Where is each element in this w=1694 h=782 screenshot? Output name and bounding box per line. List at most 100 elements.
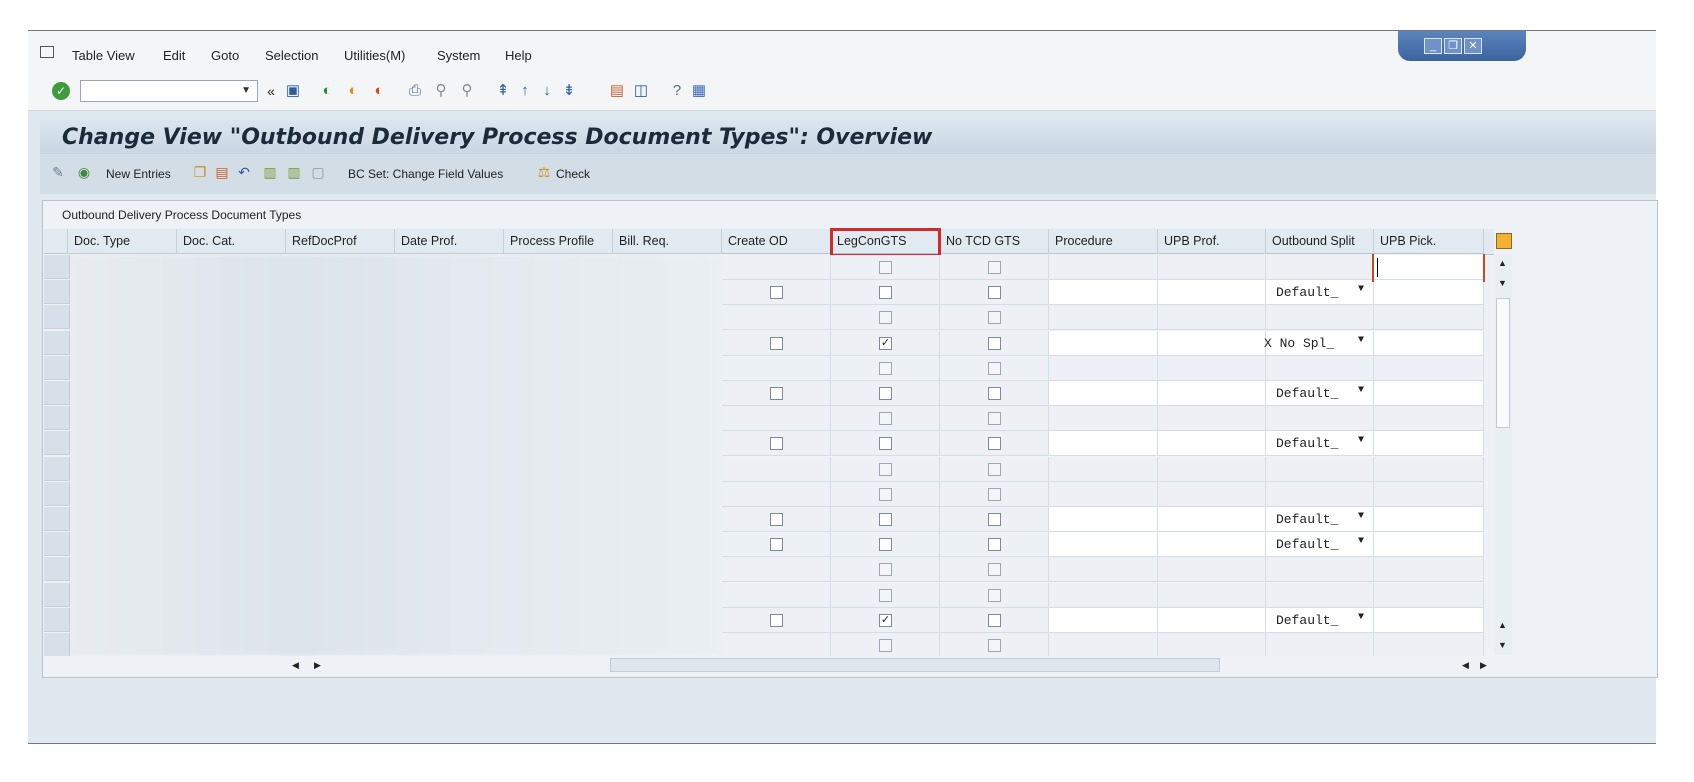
chevron-down-icon[interactable]: ▼ — [1358, 536, 1364, 547]
command-field[interactable]: ▼ — [80, 80, 258, 102]
upb-prof-field[interactable] — [1158, 608, 1266, 633]
display-icon[interactable]: ◉ — [76, 164, 92, 180]
menu-table-view[interactable]: Table View — [72, 48, 135, 63]
find-next-icon[interactable]: ⚲ — [458, 82, 476, 100]
row-selector[interactable] — [44, 482, 70, 506]
no-tcd-gts-checkbox[interactable] — [988, 437, 1001, 450]
col-outbound-split[interactable]: Outbound Split — [1266, 229, 1374, 254]
chevron-down-icon[interactable]: ▼ — [241, 85, 251, 96]
row-selector[interactable] — [44, 633, 70, 657]
legcongts-checkbox[interactable] — [879, 261, 892, 274]
legcongts-checkbox[interactable] — [879, 311, 892, 324]
procedure-field[interactable] — [1049, 331, 1158, 356]
chevron-down-icon[interactable]: ▼ — [1358, 612, 1364, 623]
no-tcd-gts-checkbox[interactable] — [988, 387, 1001, 400]
no-tcd-gts-checkbox[interactable] — [988, 589, 1001, 602]
legcongts-checkbox[interactable] — [879, 563, 892, 576]
col-date-prof[interactable]: Date Prof. — [395, 229, 504, 254]
legcongts-checkbox[interactable] — [879, 538, 892, 551]
legcongts-checkbox[interactable] — [879, 387, 892, 400]
first-page-icon[interactable]: ⇞ — [494, 82, 512, 100]
col-no-tcd-gts[interactable]: No TCD GTS — [940, 229, 1049, 254]
shortcut-icon[interactable]: ◫ — [632, 82, 650, 100]
procedure-field[interactable] — [1049, 431, 1158, 456]
no-tcd-gts-checkbox[interactable] — [988, 513, 1001, 526]
next-page-icon[interactable]: ↓ — [538, 82, 556, 100]
menu-help[interactable]: Help — [505, 48, 532, 63]
menu-goto[interactable]: Goto — [211, 48, 239, 63]
no-tcd-gts-checkbox[interactable] — [988, 614, 1001, 627]
restore-icon[interactable]: ❐ — [1444, 38, 1462, 54]
upb-prof-field[interactable] — [1158, 381, 1266, 406]
procedure-field[interactable] — [1049, 608, 1158, 633]
chevron-down-icon[interactable]: ▼ — [1358, 385, 1364, 396]
vertical-scroll-thumb[interactable] — [1496, 298, 1510, 428]
procedure-field[interactable] — [1049, 280, 1158, 305]
no-tcd-gts-checkbox[interactable] — [988, 311, 1001, 324]
row-selector[interactable] — [44, 557, 70, 581]
scroll-down-small-icon[interactable]: ▼ — [1498, 278, 1507, 288]
menu-system[interactable]: System — [437, 48, 480, 63]
chevron-down-icon[interactable]: ▼ — [1358, 435, 1364, 446]
back-icon[interactable]: ◐ — [318, 82, 336, 100]
minimize-icon[interactable]: _ — [1424, 38, 1442, 54]
scroll-right-icon[interactable]: ▶ — [1480, 660, 1487, 671]
last-page-icon[interactable]: ⇟ — [560, 82, 578, 100]
procedure-field[interactable] — [1049, 532, 1158, 557]
previous-page-icon[interactable]: ↑ — [516, 82, 534, 100]
row-selector[interactable] — [44, 356, 70, 380]
row-selector[interactable] — [44, 457, 70, 481]
help-icon[interactable]: ? — [668, 82, 686, 100]
legcongts-checkbox[interactable] — [879, 412, 892, 425]
row-selector[interactable] — [44, 305, 70, 329]
no-tcd-gts-checkbox[interactable] — [988, 463, 1001, 476]
upb-prof-field[interactable] — [1158, 431, 1266, 456]
row-selector[interactable] — [44, 608, 70, 632]
upb-prof-field[interactable] — [1158, 532, 1266, 557]
undo-icon[interactable]: ↶ — [236, 164, 252, 180]
no-tcd-gts-checkbox[interactable] — [988, 488, 1001, 501]
legcongts-checkbox[interactable] — [879, 639, 892, 652]
legcongts-checkbox[interactable] — [879, 488, 892, 501]
col-upb-prof[interactable]: UPB Prof. — [1158, 229, 1266, 254]
procedure-field[interactable] — [1049, 381, 1158, 406]
no-tcd-gts-checkbox[interactable] — [988, 563, 1001, 576]
upb-pick-field[interactable] — [1374, 532, 1484, 557]
col-upb-pick[interactable]: UPB Pick. — [1374, 229, 1484, 254]
legcongts-checkbox[interactable]: ✓ — [879, 614, 892, 627]
row-selector[interactable] — [44, 381, 70, 405]
row-selector[interactable] — [44, 331, 70, 355]
procedure-field[interactable] — [1049, 507, 1158, 532]
legcongts-checkbox[interactable] — [879, 513, 892, 526]
page-up-icon[interactable]: ▲ — [1498, 620, 1507, 630]
menu-utilities[interactable]: Utilities(M) — [344, 48, 405, 63]
upb-prof-field[interactable] — [1158, 507, 1266, 532]
col-doc-cat[interactable]: Doc. Cat. — [177, 229, 286, 254]
horizontal-scroll-thumb[interactable] — [610, 658, 1220, 672]
col-doc-type[interactable]: Doc. Type — [68, 229, 177, 254]
legcongts-checkbox[interactable] — [879, 437, 892, 450]
select-all-icon[interactable]: ▥ — [262, 164, 278, 180]
customize-layout-icon[interactable]: ▦ — [690, 82, 708, 100]
row-selector[interactable] — [44, 507, 70, 531]
upb-pick-field[interactable] — [1374, 331, 1484, 356]
scroll-right-fixed-icon[interactable]: ▶ — [314, 660, 321, 671]
display-change-icon[interactable]: ✎ — [50, 164, 66, 180]
legcongts-checkbox[interactable] — [879, 286, 892, 299]
upb-prof-field[interactable] — [1158, 331, 1266, 356]
table-settings-icon[interactable] — [1496, 233, 1512, 249]
upb-pick-field[interactable] — [1374, 608, 1484, 633]
chevron-down-icon[interactable]: ▼ — [1358, 511, 1364, 522]
scroll-left-icon[interactable]: ◀ — [1462, 660, 1469, 671]
scroll-up-icon[interactable]: ▲ — [1498, 258, 1507, 268]
menu-edit[interactable]: Edit — [163, 48, 185, 63]
bc-set-button[interactable]: BC Set: Change Field Values — [348, 167, 503, 181]
upb-pick-field[interactable] — [1374, 507, 1484, 532]
col-process-profile[interactable]: Process Profile — [504, 229, 613, 254]
no-tcd-gts-checkbox[interactable] — [988, 538, 1001, 551]
find-icon[interactable]: ⚲ — [432, 82, 450, 100]
print-icon[interactable]: ⎙ — [406, 82, 424, 100]
select-block-icon[interactable]: ▥ — [286, 164, 302, 180]
create-od-checkbox[interactable] — [770, 286, 783, 299]
no-tcd-gts-checkbox[interactable] — [988, 337, 1001, 350]
